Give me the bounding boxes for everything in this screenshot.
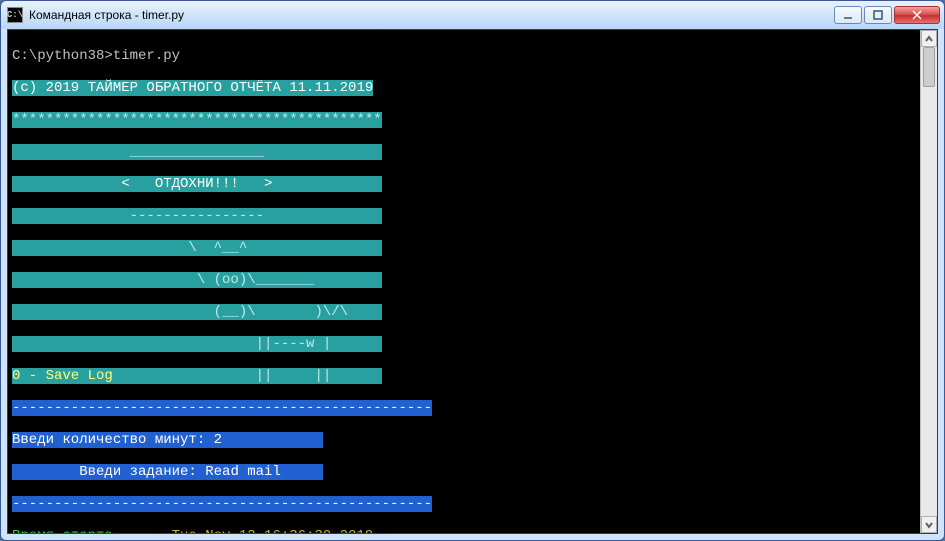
- scroll-up-button[interactable]: [921, 30, 937, 47]
- input-task-value: Read mail: [205, 464, 281, 480]
- terminal-output[interactable]: C:\python38>timer.py (c) 2019 ТАЙМЕР ОБР…: [8, 30, 920, 533]
- input-minutes-label: Введи количество минут:: [12, 432, 214, 448]
- ascii-art-line: ||----w |: [12, 336, 382, 352]
- ascii-art-line: ________________: [12, 144, 382, 160]
- terminal-client: C:\python38>timer.py (c) 2019 ТАЙМЕР ОБР…: [7, 29, 938, 534]
- input-minutes-value: 2: [214, 432, 222, 448]
- prompt-line: C:\python38>timer.py: [12, 48, 920, 64]
- close-button[interactable]: [894, 6, 940, 24]
- input-task-label: Введи задание:: [12, 464, 205, 480]
- scroll-track[interactable]: [921, 47, 937, 516]
- window-controls: [834, 6, 940, 24]
- window-title: Командная строка - timer.py: [29, 8, 834, 22]
- separator-line: ----------------------------------------…: [12, 496, 432, 512]
- separator-line: ----------------------------------------…: [12, 400, 432, 416]
- minimize-button[interactable]: [834, 6, 862, 24]
- pad: [113, 528, 172, 534]
- maximize-button[interactable]: [864, 6, 892, 24]
- cmd-icon: C:\: [7, 7, 23, 23]
- ascii-art-line: \ (oo)\_______: [12, 272, 382, 288]
- ascii-art-line: (__)\ )\/\: [12, 304, 382, 320]
- window-frame: C:\ Командная строка - timer.py C:\pytho…: [0, 0, 945, 541]
- ascii-art-line: \ ^__^: [12, 240, 382, 256]
- start-time-value: Tue Nov 12 16:36:39 2019: [172, 528, 374, 534]
- pad: [281, 464, 323, 480]
- ascii-art-line: || ||: [146, 368, 381, 384]
- scroll-down-button[interactable]: [921, 516, 937, 533]
- banner-stars: ****************************************…: [12, 112, 382, 128]
- scroll-thumb[interactable]: [923, 47, 935, 87]
- titlebar[interactable]: C:\ Командная строка - timer.py: [1, 1, 944, 29]
- vertical-scrollbar[interactable]: [920, 30, 937, 533]
- ascii-art-line: ----------------: [12, 208, 382, 224]
- ascii-art-line: [113, 368, 147, 384]
- save-log-option: 0 - Save Log: [12, 368, 113, 384]
- banner-copyright: (c) 2019 ТАЙМЕР ОБРАТНОГО ОТЧЁТА 11.11.2…: [12, 80, 373, 96]
- start-time-label: Время старта: [12, 528, 113, 534]
- ascii-art-rest-message: < ОТДОХНИ!!! >: [12, 176, 382, 192]
- pad: [222, 432, 323, 448]
